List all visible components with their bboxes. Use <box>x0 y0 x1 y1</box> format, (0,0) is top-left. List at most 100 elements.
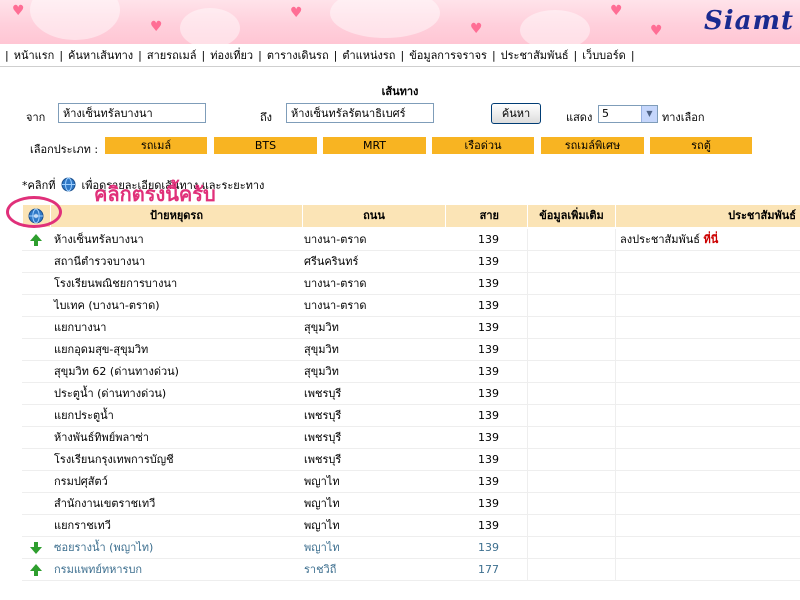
table-row[interactable]: ซอยรางน้ำ (พญาไท) พญาไท 139 <box>22 537 800 559</box>
stop-cell: แยกบางนา <box>54 321 107 334</box>
header-line: สาย <box>445 205 527 227</box>
nav-item-4[interactable]: ตารางเดินรถ <box>267 46 329 64</box>
nav-item-6[interactable]: ข้อมูลการจราจร <box>409 46 487 64</box>
nav-divider <box>0 66 800 67</box>
road-cell: ศรีนครินทร์ <box>304 255 359 268</box>
mode-button-mrt[interactable]: MRT <box>323 137 426 154</box>
promo-cell <box>615 251 800 272</box>
table-row[interactable]: ประตูน้ำ (ด่านทางด่วน) เพชรบุรี 139 <box>22 383 800 405</box>
nav-item-5[interactable]: ตำแหน่งรถ <box>342 46 395 64</box>
mode-button-van[interactable]: รถตู้ <box>650 137 752 154</box>
table-row[interactable]: สถานีตำรวจบางนา ศรีนครินทร์ 139 <box>22 251 800 273</box>
extra-cell <box>527 317 615 338</box>
table-row[interactable]: แยกบางนา สุขุมวิท 139 <box>22 317 800 339</box>
promo-cell <box>615 449 800 470</box>
promo-cell <box>615 383 800 404</box>
road-cell: เพชรบุรี <box>304 387 342 400</box>
road-cell: เพชรบุรี <box>304 453 342 466</box>
nav-separator: | <box>333 48 338 62</box>
line-cell: 139 <box>478 321 499 334</box>
line-cell: 139 <box>478 299 499 312</box>
mode-button-boat[interactable]: เรือด่วน <box>432 137 534 154</box>
table-row[interactable]: แยกราชเทวี พญาไท 139 <box>22 515 800 537</box>
extra-cell <box>527 361 615 382</box>
nav-separator: | <box>400 48 405 62</box>
table-row[interactable]: ไบเทค (บางนา-ตราด) บางนา-ตราด 139 <box>22 295 800 317</box>
stop-cell: แยกราชเทวี <box>54 519 111 532</box>
line-cell: 139 <box>478 453 499 466</box>
mode-button-bus[interactable]: รถเมล์ <box>105 137 207 154</box>
nav-item-1[interactable]: ค้นหาเส้นทาง <box>68 46 133 64</box>
line-cell: 139 <box>478 255 499 268</box>
mode-button-special-bus[interactable]: รถเมล์พิเศษ <box>541 137 644 154</box>
chevron-down-icon[interactable]: ▼ <box>641 106 657 122</box>
table-row[interactable]: โรงเรียนพณิชยการบางนา บางนา-ตราด 139 <box>22 273 800 295</box>
search-button[interactable]: ค้นหา <box>491 103 541 124</box>
table-row[interactable]: สุขุมวิท 62 (ด่านทางด่วน) สุขุมวิท 139 <box>22 361 800 383</box>
stop-cell: แยกอุดมสุข-สุขุมวิท <box>54 343 149 356</box>
options-label: ทางเลือก <box>662 111 705 124</box>
to-label: ถึง <box>260 111 273 124</box>
header-road: ถนน <box>302 205 445 227</box>
road-cell: สุขุมวิท <box>304 321 339 334</box>
stop-cell: แยกประตูน้ำ <box>54 409 114 422</box>
from-input[interactable] <box>58 103 206 123</box>
nav-separator: | <box>5 48 9 62</box>
line-cell: 139 <box>478 233 499 246</box>
stop-cell: สุขุมวิท 62 (ด่านทางด่วน) <box>54 365 179 378</box>
line-cell: 139 <box>478 409 499 422</box>
table-row[interactable]: กรมแพทย์ทหารบก ราชวิถี 177 <box>22 559 800 581</box>
stop-cell: ไบเทค (บางนา-ตราด) <box>54 299 160 312</box>
promo-cell <box>615 427 800 448</box>
site-logo[interactable]: Siamt <box>704 6 794 36</box>
promo-cell <box>615 493 800 514</box>
icon-cell <box>22 383 50 404</box>
icon-cell <box>22 405 50 426</box>
nav-item-2[interactable]: สายรถเมล์ <box>147 46 197 64</box>
promo-cell: ลงประชาสัมพันธ์ ที่นี่ <box>615 229 800 250</box>
extra-cell <box>527 383 615 404</box>
to-input[interactable] <box>286 103 434 123</box>
nav-item-0[interactable]: หน้าแรก <box>14 46 55 64</box>
table-header: ป้ายหยุดรถ ถนน สาย ข้อมูลเพิ่มเติม ประชา… <box>22 205 800 227</box>
table-row[interactable]: ห้างพันธ์ทิพย์พลาซ่า เพชรบุรี 139 <box>22 427 800 449</box>
mode-button-bts[interactable]: BTS <box>214 137 317 154</box>
extra-cell <box>527 471 615 492</box>
table-row[interactable]: แยกประตูน้ำ เพชรบุรี 139 <box>22 405 800 427</box>
line-cell: 139 <box>478 431 499 444</box>
promo-link[interactable]: ที่นี่ <box>704 233 719 246</box>
table-row[interactable]: ห้างเซ็นทรัลบางนา บางนา-ตราด 139 ลงประชาสัม… <box>22 229 800 251</box>
globe-icon <box>61 177 76 195</box>
nav-item-3[interactable]: ท่องเที่ยว <box>210 46 253 64</box>
stop-cell: กรมแพทย์ทหารบก <box>54 563 143 576</box>
show-count-select[interactable]: 5 ▼ <box>598 105 658 123</box>
table-row[interactable]: โรงเรียนกรุงเทพการบัญชี เพชรบุรี 139 <box>22 449 800 471</box>
hint-prefix: *คลิกที่ <box>22 179 56 192</box>
from-label: จาก <box>26 111 46 124</box>
table-row[interactable]: สำนักงานเขตราชเทวี พญาไท 139 <box>22 493 800 515</box>
extra-cell <box>527 493 615 514</box>
road-cell: บางนา-ตราด <box>304 277 367 290</box>
table-row[interactable]: แยกอุดมสุข-สุขุมวิท สุขุมวิท 139 <box>22 339 800 361</box>
route-table-body: ห้างเซ็นทรัลบางนา บางนา-ตราด 139 ลงประชาสัม… <box>22 229 800 581</box>
nav-separator: | <box>201 48 206 62</box>
page-bottom-edge <box>0 592 800 600</box>
extra-cell <box>527 559 615 580</box>
nav-separator: | <box>258 48 262 62</box>
line-cell: 139 <box>478 475 499 488</box>
site-header: ♥ ♥ ♥ ♥ ♥ ♥ Siamt <box>0 0 800 44</box>
icon-cell <box>22 515 50 536</box>
road-cell: สุขุมวิท <box>304 365 339 378</box>
annotation-circle <box>6 196 62 228</box>
promo-cell <box>615 273 800 294</box>
stop-cell: ซอยรางน้ำ (พญาไท) <box>54 541 154 554</box>
nav-item-7[interactable]: ประชาสัมพันธ์ <box>501 46 569 64</box>
vehicle-type-label: เลือกประเภท : <box>30 143 99 156</box>
icon-cell <box>22 251 50 272</box>
table-row[interactable]: กรมปศุสัตว์ พญาไท 139 <box>22 471 800 493</box>
stop-cell: สถานีตำรวจบางนา <box>54 255 146 268</box>
nav-item-8[interactable]: เว็บบอร์ด <box>582 46 626 64</box>
stop-cell: ห้างพันธ์ทิพย์พลาซ่า <box>54 431 150 444</box>
line-cell: 139 <box>478 277 499 290</box>
extra-cell <box>527 449 615 470</box>
